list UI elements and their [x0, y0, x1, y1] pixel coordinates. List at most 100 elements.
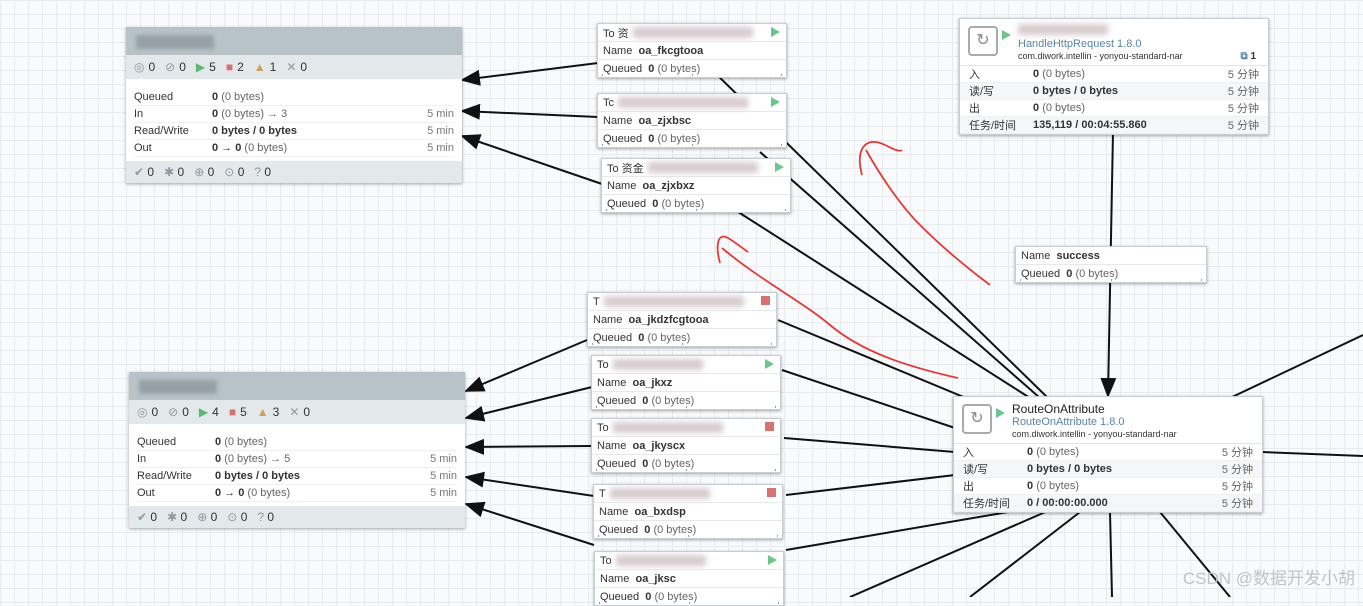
- process-group-header[interactable]: [126, 27, 462, 55]
- play-icon: ▶: [195, 60, 206, 74]
- processor-refresh-icon: ↻: [962, 404, 992, 434]
- question-icon: ?: [254, 165, 262, 179]
- question-icon: ?: [257, 510, 265, 524]
- play-icon: [768, 555, 777, 565]
- asterisk-icon: ✱: [167, 510, 178, 524]
- queue-bar: [596, 406, 776, 408]
- redacted-text: [647, 162, 758, 173]
- check-icon: ✔: [134, 165, 145, 179]
- stopped-stat: ■ 2: [225, 60, 244, 74]
- metric-row: Read/Write 0 bytes / 0 bytes 5 min: [134, 123, 454, 140]
- metric-row: In 0 (0 bytes) → 55 min: [137, 451, 457, 468]
- redacted-text: [609, 488, 710, 499]
- metric-row: Queued 0 (0 bytes): [134, 89, 454, 106]
- edge-zjxbxz: [460, 134, 603, 185]
- play-icon: [771, 27, 780, 37]
- processor-metrics: 入0 (0 bytes) 5 分钟 读/写 0 bytes / 0 bytes 5 分…: [954, 444, 1262, 512]
- play-icon: [771, 97, 780, 107]
- queue-bar: [602, 74, 782, 76]
- edge-zjxbsc: [460, 103, 599, 120]
- play-icon: [996, 408, 1005, 418]
- play-icon: [775, 162, 784, 172]
- redacted-text: [615, 555, 706, 566]
- play-icon: [765, 359, 774, 369]
- stop-icon: [767, 488, 776, 497]
- connection-label-jksc[interactable]: To Name oa_jksc Queued 0 (0 bytes): [594, 551, 784, 606]
- redacted-text: [603, 296, 744, 307]
- check-icon: ✔: [137, 510, 148, 524]
- transmitting-stat: ◎ 0: [134, 60, 156, 74]
- watermark: CSDN @数据开发小胡: [1182, 569, 1355, 588]
- connection-label-jkyscx[interactable]: To Name oa_jkyscx Queued 0 (0 bytes): [591, 418, 781, 473]
- metric-row: Queued 0 (0 bytes): [137, 434, 457, 451]
- queue-bar: [599, 602, 779, 604]
- warning-icon: ▲: [253, 60, 266, 74]
- redacted-text: [612, 422, 723, 433]
- disabled-icon: ✕: [289, 405, 300, 419]
- transmitting-icon: ◎: [134, 60, 145, 74]
- queue-bar: [1020, 279, 1202, 281]
- metric-row: Read/Write 0 bytes / 0 bytes 5 min: [137, 468, 457, 485]
- processor-routeonattribute[interactable]: ↻ RouteOnAttribute RouteOnAttribute 1.8.…: [953, 396, 1263, 513]
- process-group-1[interactable]: ◎ 0 ⊘ 0 ▶ 5 ■ 2 ▲ 1 ✕ 0 Queued 0 (0 bytes) In 0 …: [126, 27, 462, 183]
- edge-jksc: [464, 501, 595, 546]
- stop-icon: ■: [228, 405, 237, 419]
- queue-bar: [606, 209, 786, 211]
- edge-jkxz: [464, 386, 593, 422]
- redacted-text: [1018, 24, 1108, 35]
- cluster-icon: ⧉: [1240, 51, 1248, 62]
- play-icon: [1002, 30, 1011, 40]
- invalid-stat: ▲ 1: [253, 60, 277, 74]
- warning-icon: ▲: [256, 405, 269, 419]
- stop-icon: ■: [225, 60, 234, 74]
- processor-refresh-icon: ↻: [968, 26, 998, 56]
- edge-bxdsp: [464, 471, 595, 497]
- not-transmitting-icon: ⊘: [165, 60, 176, 74]
- redacted-text: [618, 97, 748, 108]
- queue-bar: [596, 469, 776, 471]
- processor-handlehttprequest[interactable]: ↻ HandleHttpRequest 1.8.0 com.diwork.int…: [959, 18, 1269, 135]
- process-group-stats: ◎ 0 ⊘ 0 ▶ 5 ■ 2 ▲ 1 ✕ 0: [126, 55, 462, 79]
- redacted-text: [632, 27, 753, 38]
- connection-label-fkcgtooa[interactable]: To 资 Name oa_fkcgtooa Queued 0 (0 bytes): [597, 23, 787, 78]
- stop-icon: [761, 296, 770, 305]
- edge-fkcgtooa: [460, 62, 599, 86]
- process-group-2[interactable]: ◎ 0 ⊘ 0 ▶ 4 ■ 5 ▲ 3 ✕ 0 Queued 0 (0 bytes) In 0 …: [129, 372, 465, 528]
- process-group-metrics: Queued 0 (0 bytes) In 0 (0 bytes) → 55 min…: [129, 424, 465, 506]
- process-group-stats: ◎ 0 ⊘ 0 ▶ 4 ■ 5 ▲ 3 ✕ 0: [129, 400, 465, 424]
- disabled-icon: ✕: [286, 60, 297, 74]
- metric-row: Out 0 → 0 (0 bytes) 5 min: [137, 485, 457, 502]
- redacted-text: [612, 359, 703, 370]
- process-group-title-redacted: [139, 380, 217, 394]
- connection-label-jkdzfcgtooa[interactable]: T Name oa_jkdzfcgtooa Queued 0 (0 bytes): [587, 292, 777, 347]
- not-transmitting-icon: ⊘: [168, 405, 179, 419]
- connection-label-jkxz[interactable]: To Name oa_jkxz Queued 0 (0 bytes): [591, 355, 781, 410]
- play-icon: ▶: [198, 405, 209, 419]
- connection-label-bxdsp[interactable]: T Name oa_bxdsp Queued 0 (0 bytes): [593, 484, 783, 539]
- processor-metrics: 入0 (0 bytes) 5 分钟 读/写 0 bytes / 0 bytes 5 分…: [960, 66, 1268, 134]
- connection-label-success[interactable]: Name success Queued 0 (0 bytes): [1015, 246, 1207, 283]
- connection-label-zjxbxz[interactable]: To 资金 Name oa_zjxbxz Queued 0 (0 bytes): [601, 158, 791, 213]
- arrow-up-circle-icon: ⊕: [194, 165, 205, 179]
- version-status-bar: ✔ 0 ✱ 0 ⊕ 0 ⊙ 0 ? 0: [126, 161, 462, 183]
- process-group-title-redacted: [136, 35, 214, 49]
- asterisk-icon: ✱: [164, 165, 175, 179]
- version-status-bar: ✔ 0 ✱ 0 ⊕ 0 ⊙ 0 ? 0: [129, 506, 465, 528]
- exclamation-circle-icon: ⊙: [224, 165, 235, 179]
- queue-bar: [598, 535, 778, 537]
- arrow-up-circle-icon: ⊕: [197, 510, 208, 524]
- transmitting-icon: ◎: [137, 405, 148, 419]
- connection-label-zjxbsc[interactable]: Tc Name oa_zjxbsc Queued 0 (0 bytes): [597, 93, 787, 148]
- edge-jkyscx: [464, 438, 593, 455]
- process-group-metrics: Queued 0 (0 bytes) In 0 (0 bytes) → 35 min…: [126, 79, 462, 161]
- queue-bar: [602, 144, 782, 146]
- disabled-stat: ✕ 0: [286, 60, 308, 74]
- metric-row: In 0 (0 bytes) → 35 min: [134, 106, 454, 123]
- exclamation-circle-icon: ⊙: [227, 510, 238, 524]
- running-stat: ▶ 5: [195, 60, 216, 74]
- metric-row: Out 0 → 0 (0 bytes) 5 min: [134, 140, 454, 157]
- process-group-header[interactable]: [129, 372, 465, 400]
- edge-jkdzfcgtooa: [464, 339, 588, 392]
- queue-bar: [592, 343, 772, 345]
- stop-icon: [765, 422, 774, 431]
